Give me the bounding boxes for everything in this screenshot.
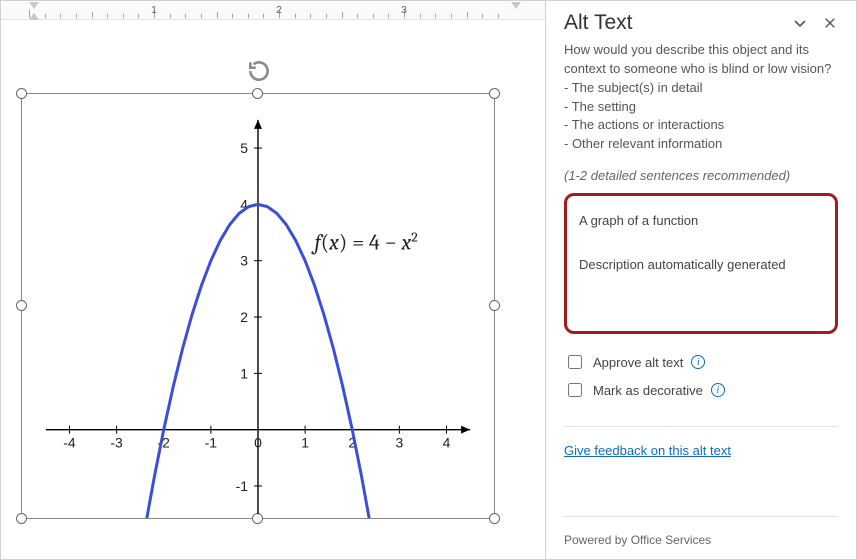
svg-text:-1: -1 [205, 435, 218, 451]
mark-decorative-label: Mark as decorative [593, 383, 703, 398]
image-selection-box[interactable]: -4-3-2-101234-112345f(x) = 4 − x2 [21, 93, 495, 519]
approve-alt-text-checkbox[interactable] [568, 355, 582, 369]
rotate-handle-icon[interactable] [245, 57, 273, 85]
svg-text:f(x) = 4 − x2: f(x) = 4 − x2 [311, 229, 419, 255]
resize-handle-se[interactable] [489, 513, 500, 524]
svg-text:0: 0 [254, 435, 262, 451]
approve-alt-text-label: Approve alt text [593, 355, 683, 370]
mark-decorative-checkbox[interactable] [568, 383, 582, 397]
close-icon[interactable] [822, 15, 838, 31]
pane-footer: Powered by Office Services [564, 533, 838, 547]
svg-text:3: 3 [240, 253, 248, 269]
svg-text:1: 1 [240, 365, 248, 381]
function-chart: -4-3-2-101234-112345f(x) = 4 − x2 [26, 94, 490, 518]
pane-description: How would you describe this object and i… [564, 41, 838, 154]
resize-handle-e[interactable] [489, 300, 500, 311]
feedback-link[interactable]: Give feedback on this alt text [564, 443, 838, 458]
pane-title: Alt Text [564, 11, 632, 35]
resize-handle-ne[interactable] [489, 88, 500, 99]
alt-text-input[interactable] [577, 208, 825, 300]
svg-text:4: 4 [443, 435, 451, 451]
alt-text-highlight [564, 193, 838, 334]
svg-text:2: 2 [240, 309, 248, 325]
svg-text:1: 1 [301, 435, 309, 451]
horizontal-ruler[interactable]: 123 [1, 2, 545, 20]
svg-text:3: 3 [395, 435, 403, 451]
svg-text:-1: -1 [236, 478, 249, 494]
recommendation-text: (1-2 detailed sentences recommended) [564, 168, 838, 183]
svg-text:5: 5 [240, 140, 248, 156]
document-canvas[interactable]: 123 -4-3-2-101234-112345f(x) = 4 − x2 [1, 1, 546, 559]
chevron-down-icon[interactable] [792, 15, 808, 31]
info-icon[interactable]: i [691, 355, 705, 369]
alt-text-pane: Alt Text How would you describe this obj… [546, 1, 856, 559]
info-icon[interactable]: i [711, 383, 725, 397]
svg-text:-3: -3 [110, 435, 123, 451]
svg-text:-4: -4 [63, 435, 76, 451]
